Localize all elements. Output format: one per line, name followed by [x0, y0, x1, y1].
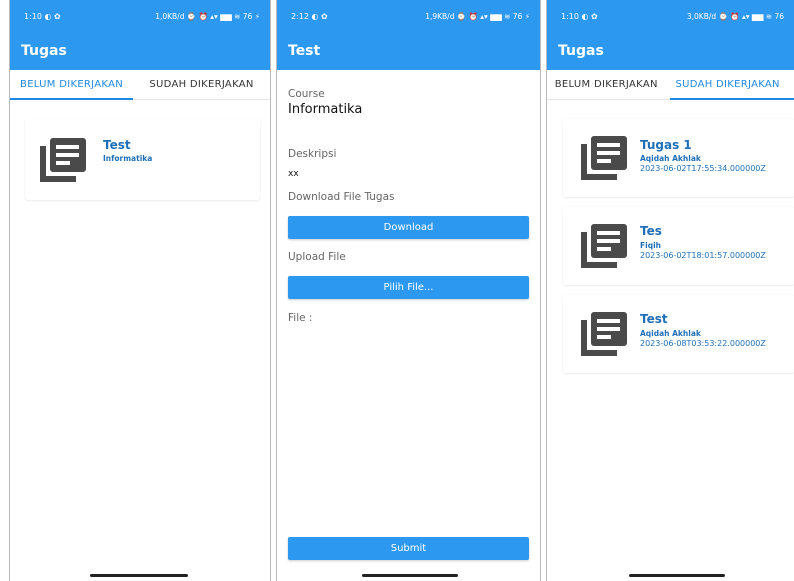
app-bar: Test [277, 32, 540, 70]
task-timestamp: 2023-06-02T17:55:34.000000Z [640, 164, 766, 173]
document-list-icon [40, 138, 86, 182]
task-course: Aqidah Akhlak [640, 154, 701, 163]
home-indicator[interactable] [90, 574, 188, 577]
status-indicators: 1,9KB/d ⌚ ⏰ ▴▾ ▆▆ ≋ 76 ⚡ [425, 11, 530, 21]
page-title: Tugas [21, 43, 67, 59]
task-timestamp: 2023-06-08T03:53:22.000000Z [640, 339, 766, 348]
status-icons: ◐ ✿ [44, 11, 61, 21]
submit-button-label: Submit [390, 543, 427, 554]
status-icons: ◐ ✿ [311, 11, 328, 21]
screenshot-stage: 1:10 ◐ ✿ 1,0KB/d ⌚ ⏰ ▴▾ ▆▆ ≋ 76 ⚡ Tugas … [0, 0, 794, 581]
download-file-label: Download File Tugas [288, 191, 395, 203]
status-icons: ◐ ✿ [581, 11, 598, 21]
phone-screen-task-list-done: 1:10 ◐ ✿ 3,0KB/d ⌚ ⏰ ▴▾ ▆▆ ≋ 76 Tugas BE… [546, 0, 794, 581]
task-title: Tugas 1 [640, 138, 692, 152]
file-label: File : [288, 312, 313, 324]
status-time: 2:12 ◐ ✿ [291, 11, 328, 21]
task-title: Tes [640, 224, 662, 238]
tab-belum-dikerjakan[interactable]: BELUM DIKERJAKAN [10, 70, 134, 100]
tab-label: SUDAH DIKERJAKAN [149, 79, 254, 90]
document-list-icon [581, 136, 627, 180]
status-bar: 1:10 ◐ ✿ 3,0KB/d ⌚ ⏰ ▴▾ ▆▆ ≋ 76 [547, 0, 794, 32]
tab-sudah-dikerjakan[interactable]: SUDAH DIKERJAKAN [669, 70, 794, 100]
tab-sudah-dikerjakan[interactable]: SUDAH DIKERJAKAN [133, 70, 270, 99]
task-course: Informatika [103, 154, 153, 163]
app-bar: Tugas [547, 32, 794, 70]
status-time: 1:10 ◐ ✿ [24, 11, 61, 21]
phone-screen-task-detail: 2:12 ◐ ✿ 1,9KB/d ⌚ ⏰ ▴▾ ▆▆ ≋ 76 ⚡ Test C… [276, 0, 541, 581]
pick-file-button[interactable]: Pilih File... [288, 276, 529, 299]
status-indicators: 3,0KB/d ⌚ ⏰ ▴▾ ▆▆ ≋ 76 [686, 11, 784, 21]
task-card[interactable]: Test Aqidah Akhlak 2023-06-08T03:53:22.0… [563, 295, 794, 373]
status-time: 1:10 ◐ ✿ [561, 11, 598, 21]
task-course: Aqidah Akhlak [640, 329, 701, 338]
tab-bar: BELUM DIKERJAKAN SUDAH DIKERJAKAN [10, 70, 270, 100]
task-title: Test [640, 312, 668, 326]
home-indicator[interactable] [362, 574, 458, 577]
tab-label: BELUM DIKERJAKAN [554, 79, 658, 90]
phone-screen-task-list-pending: 1:10 ◐ ✿ 1,0KB/d ⌚ ⏰ ▴▾ ▆▆ ≋ 76 ⚡ Tugas … [9, 0, 271, 581]
task-card[interactable]: Tes Fiqih 2023-06-02T18:01:57.000000Z [563, 207, 794, 285]
description-value: xx [288, 169, 299, 179]
task-course: Fiqih [640, 241, 661, 250]
app-bar: Tugas [10, 32, 270, 70]
task-card[interactable]: Tugas 1 Aqidah Akhlak 2023-06-02T17:55:3… [563, 119, 794, 197]
download-button[interactable]: Download [288, 216, 529, 239]
description-label: Deskripsi [288, 148, 337, 160]
tab-belum-dikerjakan[interactable]: BELUM DIKERJAKAN [547, 70, 666, 99]
upload-file-label: Upload File [288, 251, 346, 263]
status-bar: 1:10 ◐ ✿ 1,0KB/d ⌚ ⏰ ▴▾ ▆▆ ≋ 76 ⚡ [10, 0, 270, 32]
task-title: Test [103, 138, 131, 152]
tab-bar: BELUM DIKERJAKAN SUDAH DIKERJAKAN [547, 70, 794, 100]
document-list-icon [581, 312, 627, 356]
course-label: Course [288, 88, 325, 100]
page-title: Tugas [558, 43, 604, 59]
home-indicator[interactable] [629, 574, 725, 577]
course-value: Informatika [288, 102, 363, 117]
status-bar: 2:12 ◐ ✿ 1,9KB/d ⌚ ⏰ ▴▾ ▆▆ ≋ 76 ⚡ [277, 0, 540, 32]
download-button-label: Download [383, 222, 434, 233]
document-list-icon [581, 224, 627, 268]
submit-button[interactable]: Submit [288, 537, 529, 560]
task-timestamp: 2023-06-02T18:01:57.000000Z [640, 251, 766, 260]
pick-file-button-label: Pilih File... [383, 282, 434, 293]
page-title: Test [288, 43, 321, 59]
tab-label: SUDAH DIKERJAKAN [675, 79, 780, 90]
status-indicators: 1,0KB/d ⌚ ⏰ ▴▾ ▆▆ ≋ 76 ⚡ [155, 11, 260, 21]
tab-label: BELUM DIKERJAKAN [20, 79, 123, 90]
task-card[interactable]: Test Informatika [25, 118, 260, 200]
